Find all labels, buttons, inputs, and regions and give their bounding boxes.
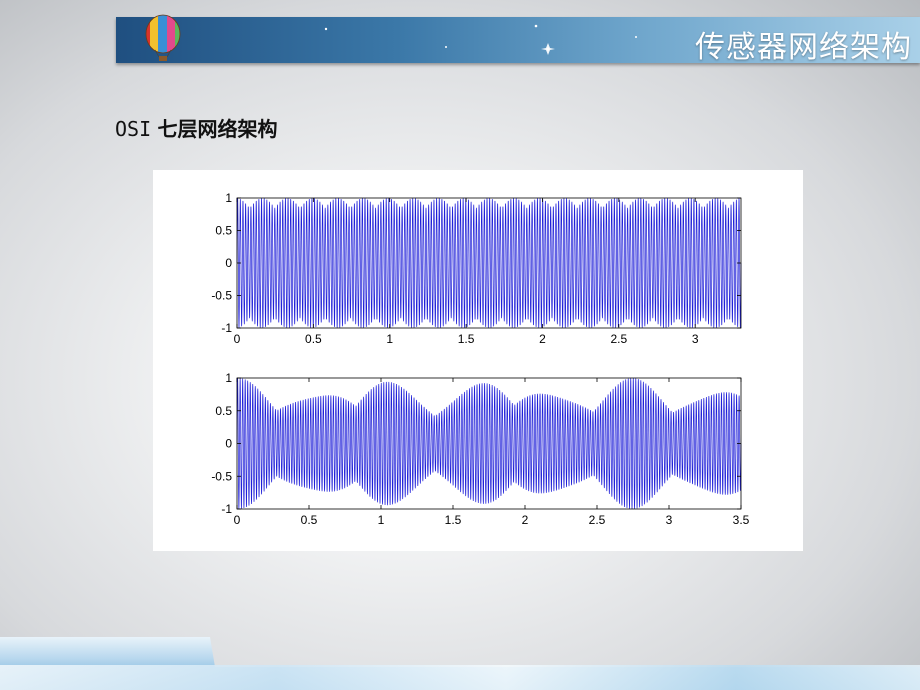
xtick-label: 1	[386, 332, 393, 346]
ytick-label: 0.5	[215, 404, 232, 418]
xtick-label: 0	[234, 332, 241, 346]
xtick-label: 2.5	[589, 513, 606, 527]
xtick-label: 2	[539, 332, 546, 346]
xtick-label: 0.5	[305, 332, 322, 346]
ytick-label: 0	[225, 437, 232, 451]
xtick-label: 3.5	[733, 513, 750, 527]
ytick-label: -0.5	[211, 289, 232, 303]
subtitle-text: 七层网络架构	[157, 117, 278, 141]
ytick-label: -0.5	[211, 469, 232, 483]
footer-clouds-decoration	[0, 665, 920, 690]
ytick-label: 0	[225, 256, 232, 270]
subtitle-prefix: OSI	[115, 117, 152, 141]
xtick-label: 1	[378, 513, 385, 527]
ytick-label: -1	[221, 321, 232, 335]
ytick-label: 1	[225, 191, 232, 205]
xtick-label: 0	[234, 513, 241, 527]
signal-plots-svg: 10.50-0.5-10 0.5 1 1.5 2 2.5 310.50-0.5-10 0.5 1…	[211, 191, 750, 527]
xtick-label: 3	[666, 513, 673, 527]
signal-line-2	[236, 378, 742, 509]
xtick-label: 3	[692, 332, 699, 346]
xtick-label: 1.5	[445, 513, 462, 527]
xtick-label: 2.5	[610, 332, 627, 346]
ytick-label: 0.5	[215, 224, 232, 238]
signal-line-1	[236, 198, 742, 328]
signal-figure: 1 0.5 0 -0.5 -1 0 0.5 1 1.5 2 2.5 3 1 0.5 0 -0.5 -1 0 0.5 1…	[153, 170, 803, 551]
page-title: 传感器网络架构	[695, 30, 912, 63]
xtick-label: 2	[522, 513, 529, 527]
slide-subtitle: OSI 七层网络架构	[115, 113, 277, 142]
ytick-label: 1	[225, 371, 232, 385]
title-banner: 传感器网络架构	[116, 17, 920, 63]
xtick-label: 0.5	[301, 513, 318, 527]
hot-air-balloon-icon	[145, 14, 181, 61]
xtick-label: 1.5	[458, 332, 475, 346]
ytick-label: -1	[221, 502, 232, 516]
